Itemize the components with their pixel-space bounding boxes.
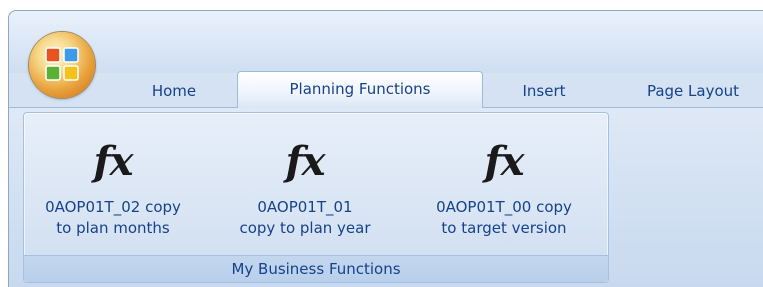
tab-home[interactable]: Home [129,75,219,107]
ribbon-panel: fx 0AOP01T_02 copy to plan months fx 0AO… [9,107,763,287]
ribbon-group-my-business-functions: fx 0AOP01T_02 copy to plan months fx 0AO… [23,112,609,283]
tab-insert[interactable]: Insert [499,75,589,107]
copy-to-target-version-label: 0AOP01T_00 copy to target version [436,198,572,237]
copy-to-plan-months-label: 0AOP01T_02 copy to plan months [45,198,181,237]
copy-to-plan-year-label: 0AOP01T_01 copy to plan year [239,198,371,237]
function-fx-icon: fx [93,138,133,185]
tab-planning-functions[interactable]: Planning Functions [237,71,483,108]
ribbon-tabs: Home Planning Functions Insert Page Layo… [9,71,763,108]
tab-page-layout[interactable]: Page Layout [623,75,763,107]
office-button[interactable] [29,32,95,98]
office-logo-icon [45,47,79,81]
application-window: Home Planning Functions Insert Page Layo… [8,10,763,287]
title-bar [9,11,763,73]
copy-to-plan-months-button[interactable]: fx 0AOP01T_02 copy to plan months [28,119,198,259]
function-fx-icon: fx [484,138,524,185]
function-fx-icon: fx [285,138,325,185]
group-caption: My Business Functions [24,255,608,282]
copy-to-plan-year-button[interactable]: fx 0AOP01T_01 copy to plan year [216,119,394,259]
copy-to-target-version-button[interactable]: fx 0AOP01T_00 copy to target version [412,119,596,259]
